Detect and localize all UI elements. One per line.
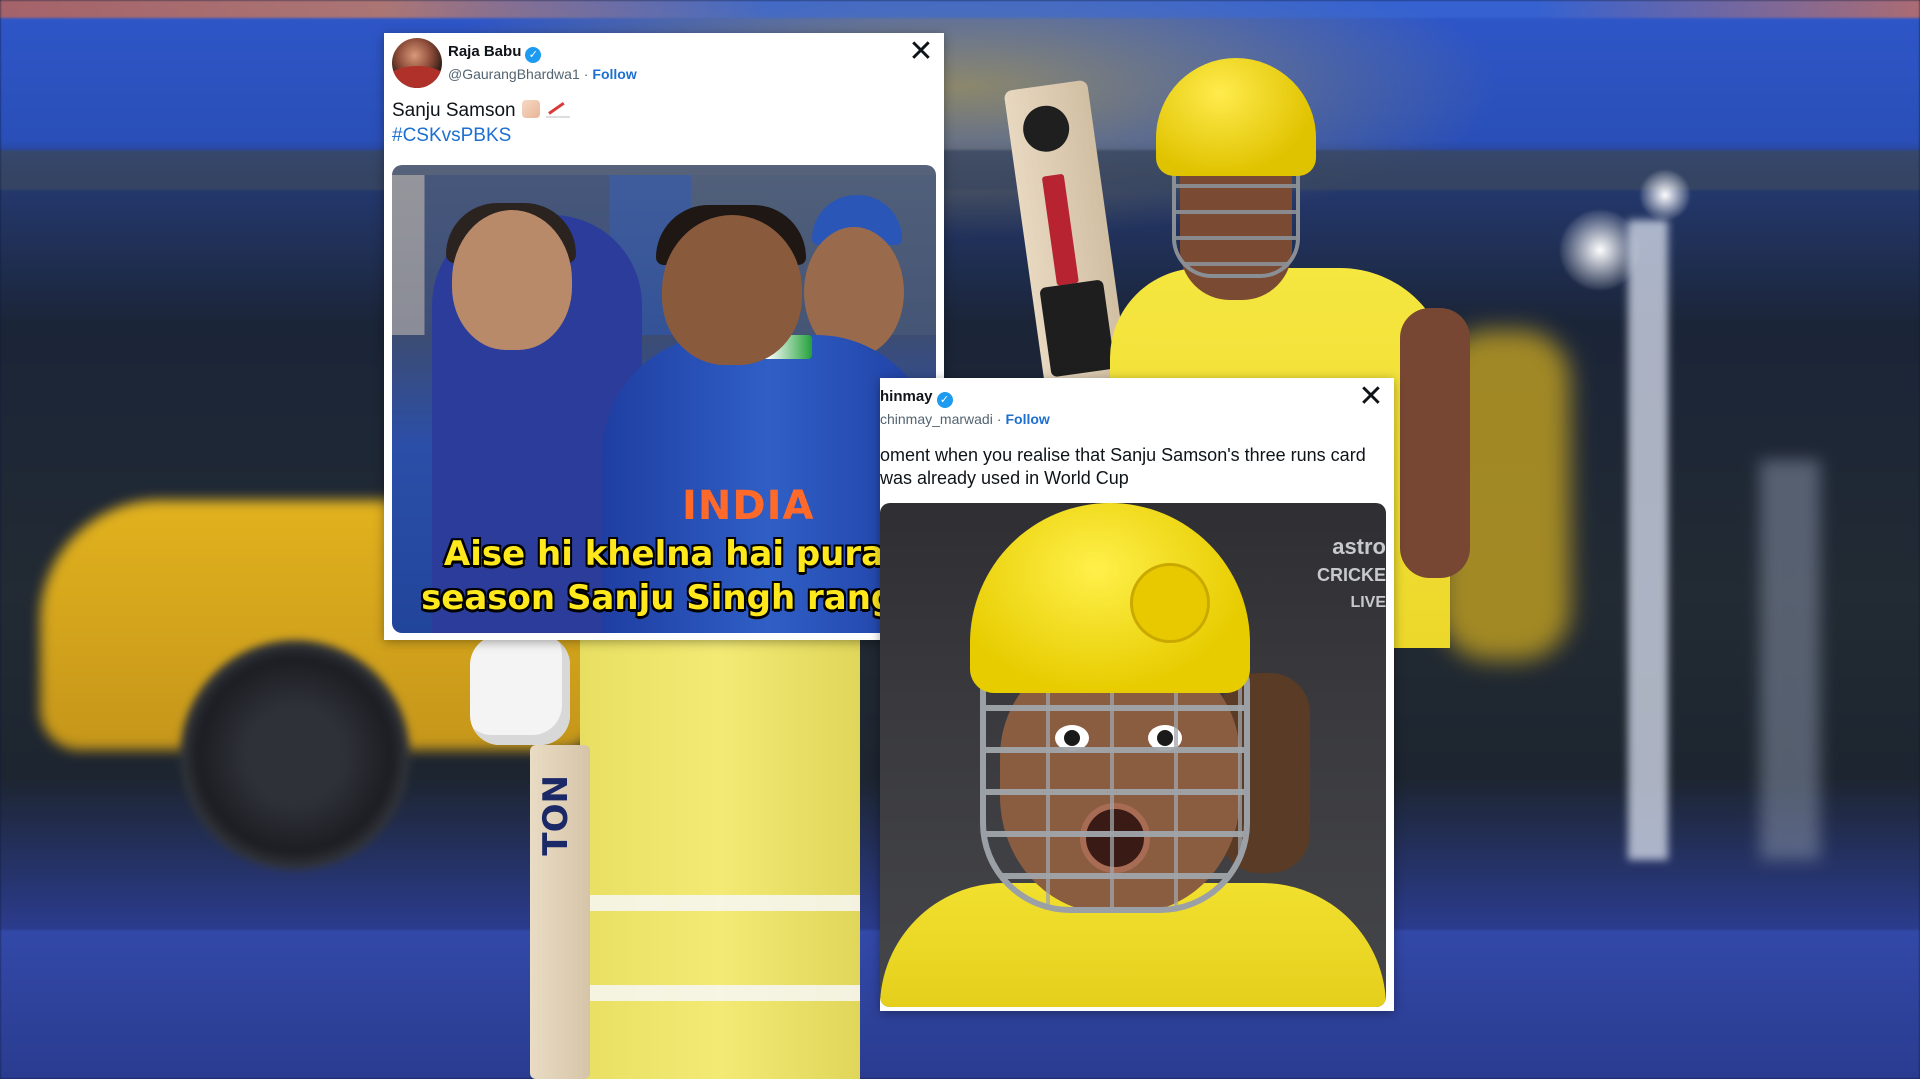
floodlight [1640,170,1690,220]
watermark-line-2: CRICKE [1316,565,1386,585]
user-handle[interactable]: chinmay_marwadi [880,411,993,427]
yellow-helmet [970,503,1250,693]
hashtag-link[interactable]: #CSKvsPBKS [392,125,511,147]
user-handle-row: chinmay_marwadi · Follow [880,411,1050,427]
batsman-legs: TON [470,635,890,1079]
verified-badge-icon: ✓ [936,392,953,408]
tweet-meme-image[interactable]: INDIA Aise hi khelna hai pura season San… [392,165,936,633]
broadcast-watermark: astro CRICKE LIVE [1290,533,1386,617]
helmet-badge-icon [1130,563,1210,643]
chart-decreasing-icon [545,100,570,118]
user-name-text[interactable]: hinmay [880,388,933,405]
helmet-grill [980,663,1250,913]
meme-caption-line-2: season Sanju Singh rangi [421,578,907,618]
light-pole-secondary [1760,460,1820,860]
separator-dot: · [583,66,589,82]
batsman-arm [1400,308,1470,578]
tweet-meme-image[interactable]: astro CRICKE LIVE [880,503,1386,1007]
tweet-header: Raja Babu ✓ @GaurangBhardwa1 · Follow ✕ [384,33,944,93]
user-name-text[interactable]: Raja Babu [448,43,521,60]
tweet-card[interactable]: Raja Babu ✓ @GaurangBhardwa1 · Follow ✕ San… [384,33,944,640]
helmet-grill [1172,158,1300,278]
x-logo-icon[interactable]: ✕ [906,37,936,67]
watermark-line-3: LIVE [1350,594,1386,611]
user-display-name[interactable]: Raja Babu ✓ [448,43,542,63]
tweet-header: hinmay ✓ chinmay_marwadi · Follow ✕ [880,378,1394,438]
bat-logo [1020,102,1073,155]
bat-brand-text: TON [536,775,576,856]
stadium-roof-stripe [0,0,1920,18]
clapping-hands-icon [521,100,540,118]
player-head [662,215,802,365]
tweet-text: Sanju Samson [392,99,570,123]
user-display-name[interactable]: hinmay ✓ [880,388,953,408]
light-pole [1628,220,1668,860]
tweet-text-content: Sanju Samson [392,100,516,121]
car-wheel-blur [180,640,410,870]
user-handle[interactable]: @GaurangBhardwa1 [448,66,580,82]
follow-button[interactable]: Follow [1006,411,1050,427]
tweet-text: oment when you realise that Sanju Samson… [880,445,1366,488]
tweet-card[interactable]: hinmay ✓ chinmay_marwadi · Follow ✕ oment w… [880,378,1394,1011]
stadium-roof [0,150,1920,190]
pad-strap [580,895,860,911]
x-logo-icon[interactable]: ✕ [1356,382,1386,412]
bat-grip [1039,279,1116,378]
verified-badge-icon: ✓ [525,47,542,63]
pad-strap [580,985,860,1001]
batting-glove [470,635,570,745]
jersey-text: INDIA [682,483,815,529]
batting-pads [580,635,860,1079]
user-handle-row: @GaurangBhardwa1 · Follow [448,66,637,82]
grounded-cricket-bat: TON [530,745,590,1079]
watermark-line-1: astro [1332,534,1386,559]
separator-dot: · [996,411,1002,427]
avatar[interactable] [392,38,442,88]
follow-button[interactable]: Follow [592,66,636,82]
coach-head [452,210,572,350]
yellow-helmet [1156,58,1316,176]
bat-sponsor-sticker [1041,173,1079,286]
meme-caption-line-1: Aise hi khelna hai pura [443,534,885,574]
